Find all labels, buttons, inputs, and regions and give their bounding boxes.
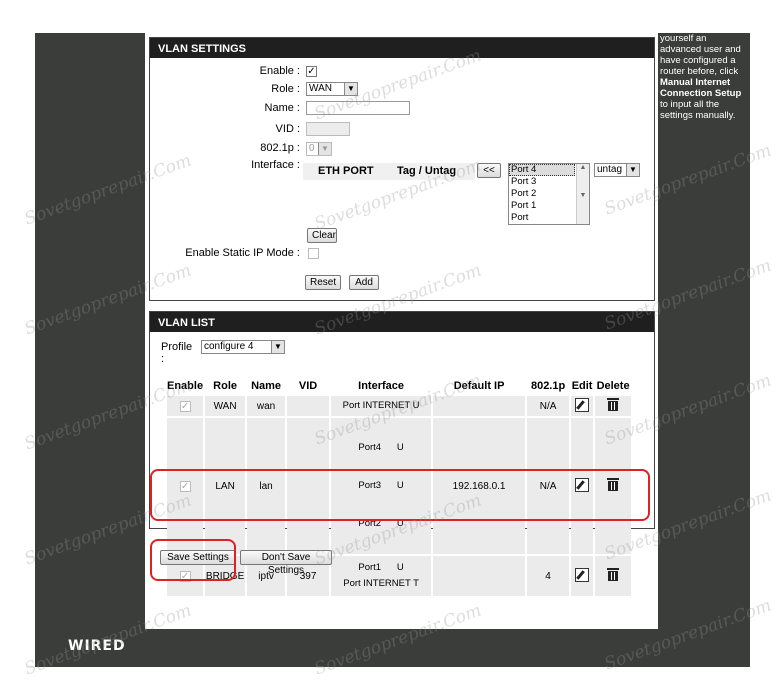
row-8021p: N/A <box>527 396 570 416</box>
table-header-row: Enable Role Name VID Interface Default I… <box>167 378 632 394</box>
tag-select[interactable]: untag ▼ <box>594 163 640 177</box>
edit-icon[interactable] <box>575 397 590 412</box>
interface-line: Port1 U <box>358 562 404 573</box>
help-link[interactable]: Manual Internet <box>660 77 752 88</box>
help-link[interactable]: Connection Setup <box>660 88 752 99</box>
chevron-down-icon: ▼ <box>626 164 639 176</box>
vlan-settings-panel: VLAN SETTINGS Enable : ✓ Role : WAN ▼ Na… <box>149 37 655 301</box>
edit-icon[interactable] <box>575 567 590 582</box>
help-line: router before, click <box>660 66 739 77</box>
port-listbox[interactable]: Port 4 Port 3 Port 2 Port 1 Port INTERNE… <box>508 163 590 225</box>
help-line: yourself an <box>660 33 707 44</box>
static-ip-label: Enable Static IP Mode : <box>185 247 300 259</box>
row-vid <box>287 396 330 416</box>
enable-checkbox[interactable]: ✓ <box>306 66 317 77</box>
brand-logo: WIRED <box>68 638 126 654</box>
help-line: advanced user and <box>660 44 741 55</box>
row-role: WAN <box>205 396 246 416</box>
tag-value: untag <box>597 164 623 175</box>
col-delete: Delete <box>595 378 632 394</box>
name-label: Name : <box>264 102 300 114</box>
col-default-ip: Default IP <box>433 378 526 394</box>
vlan-settings-title: VLAN SETTINGS <box>150 38 654 58</box>
profile-label: Profile : <box>161 341 193 365</box>
clear-button[interactable]: Clear <box>307 228 337 243</box>
chevron-down-icon: ▼ <box>271 341 284 353</box>
col-8021p: 802.1p <box>527 378 570 394</box>
table-row: ✓ WAN wan Port INTERNET U N/A <box>167 396 632 416</box>
role-value: WAN <box>309 83 332 94</box>
col-role: Role <box>205 378 246 394</box>
profile-select[interactable]: configure 4 ▼ <box>201 340 285 354</box>
vid-input[interactable] <box>306 122 350 136</box>
tag-untag-header: Tag / Untag <box>397 165 457 177</box>
interface-line: Port INTERNET T <box>343 578 419 589</box>
trash-icon[interactable] <box>607 398 620 411</box>
add-button[interactable]: Add <box>349 275 379 290</box>
port-option[interactable]: Port 2 <box>509 188 575 200</box>
port-option[interactable]: Port 3 <box>509 176 575 188</box>
col-interface: Interface <box>331 378 432 394</box>
port-option[interactable]: Port 4 <box>509 164 575 176</box>
enable-label: Enable : <box>259 65 300 77</box>
move-port-button[interactable]: << <box>477 163 501 178</box>
help-bold-line: Connection Setup <box>660 88 742 99</box>
interface-label: Interface : <box>251 159 300 171</box>
static-ip-checkbox[interactable] <box>308 248 319 259</box>
port-option[interactable]: Port INTERNET <box>509 212 575 224</box>
help-bold-line: Manual Internet <box>660 77 731 88</box>
highlight-bridge-row <box>150 469 650 521</box>
bottom-bar <box>35 629 750 667</box>
row-enable-checkbox[interactable]: ✓ <box>179 400 191 412</box>
row-ip <box>433 556 526 596</box>
chevron-down-icon: ▼ <box>344 83 357 95</box>
p8021-value: 0 <box>309 143 315 154</box>
role-select[interactable]: WAN ▼ <box>306 82 358 96</box>
interface-line: Port INTERNET U <box>342 400 420 411</box>
row-interface: Port1 U Port INTERNET T <box>331 556 432 596</box>
left-sidebar <box>35 33 145 629</box>
row-interface: Port INTERNET U <box>331 396 432 416</box>
table-row: ✓ BRIDGE iptv 397 Port1 U Port INTERNET … <box>167 556 632 596</box>
p8021-label: 802.1p : <box>260 142 300 154</box>
right-help-column <box>658 33 750 629</box>
chevron-down-icon: ▼ <box>318 143 331 155</box>
help-line: have configured a <box>660 55 736 66</box>
p8021-select[interactable]: 0 ▼ <box>306 142 332 156</box>
highlight-save-button <box>150 539 236 581</box>
help-line: settings manually. <box>660 110 736 121</box>
row-ip <box>433 396 526 416</box>
col-edit: Edit <box>571 378 594 394</box>
reset-button[interactable]: Reset <box>305 275 341 290</box>
row-8021p: 4 <box>527 556 570 596</box>
port-option[interactable]: Port 1 <box>509 200 575 212</box>
listbox-scrollbar[interactable]: ▲ ▼ <box>576 164 589 224</box>
role-label: Role : <box>271 83 300 95</box>
vlan-list-title: VLAN LIST <box>150 312 654 332</box>
trash-icon[interactable] <box>607 568 620 581</box>
col-enable: Enable <box>167 378 204 394</box>
profile-value: configure 4 <box>204 341 254 352</box>
interface-table-header: ETH PORT Tag / Untag <box>303 163 475 180</box>
row-name: wan <box>247 396 286 416</box>
name-input[interactable] <box>306 101 410 115</box>
help-text: yourself an advanced user and have confi… <box>660 33 752 121</box>
router-frame: VLAN SETTINGS Enable : ✓ Role : WAN ▼ Na… <box>35 33 750 667</box>
interface-line: Port4 U <box>358 442 404 453</box>
dont-save-settings-button[interactable]: Don't Save Settings <box>240 550 332 576</box>
vid-label: VID : <box>275 123 300 135</box>
col-vid: VID <box>287 378 330 394</box>
col-name: Name <box>247 378 286 394</box>
help-line: to input all the <box>660 99 720 110</box>
eth-port-header: ETH PORT <box>318 165 374 177</box>
